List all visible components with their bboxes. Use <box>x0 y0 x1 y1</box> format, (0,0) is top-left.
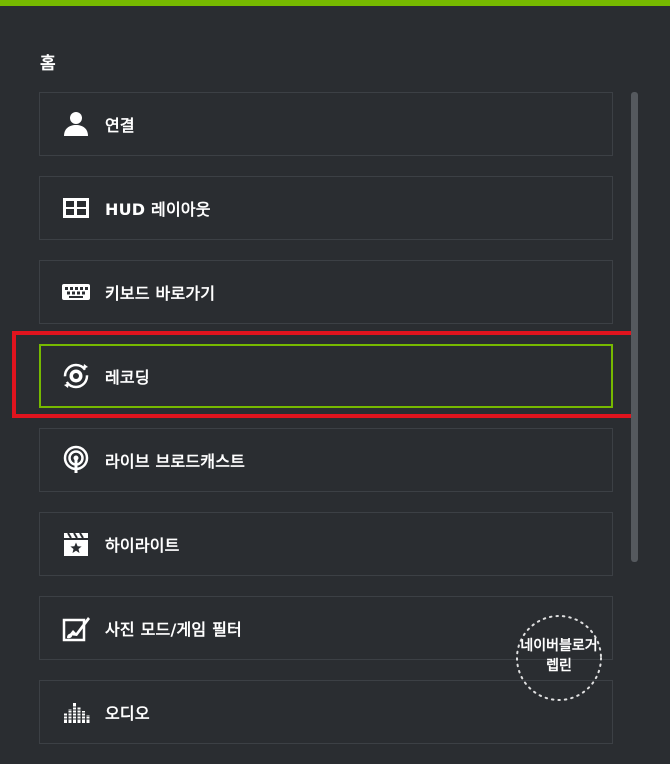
broadcast-icon <box>61 445 91 475</box>
clapperboard-star-icon <box>61 529 91 559</box>
user-icon <box>61 109 91 139</box>
menu-item-connection[interactable]: 연결 <box>39 92 613 156</box>
menu-item-label: 하이라이트 <box>105 536 180 555</box>
menu-item-label: 레코딩 <box>105 368 150 387</box>
menu-item-hud-layout[interactable]: HUD 레이아웃 <box>39 176 613 240</box>
scrollbar-track[interactable] <box>631 92 638 742</box>
menu-item-label: 키보드 바로가기 <box>105 284 216 303</box>
blog-watermark: 네이버블로거 렙린 <box>513 612 605 704</box>
accent-top-bar <box>0 0 670 6</box>
menu-item-label: HUD 레이아웃 <box>105 200 211 219</box>
menu-item-label: 사진 모드/게임 필터 <box>105 620 242 639</box>
menu-item-label: 연결 <box>105 116 135 135</box>
record-icon <box>61 361 91 391</box>
watermark-line1: 네이버블로거 <box>520 638 598 654</box>
keyboard-icon <box>61 277 91 307</box>
layout-grid-icon <box>61 193 91 223</box>
scrollbar-thumb[interactable] <box>631 92 638 562</box>
menu-item-label: 라이브 브로드캐스트 <box>105 452 246 471</box>
photo-filter-icon <box>61 613 91 643</box>
menu-item-recording[interactable]: 레코딩 <box>39 344 613 408</box>
page-title: 홈 <box>40 54 56 74</box>
watermark-line2: 렙린 <box>546 658 572 674</box>
equalizer-icon <box>61 697 91 727</box>
menu-item-keyboard-shortcuts[interactable]: 키보드 바로가기 <box>39 260 613 324</box>
menu-item-highlights[interactable]: 하이라이트 <box>39 512 613 576</box>
menu-item-live-broadcast[interactable]: 라이브 브로드캐스트 <box>39 428 613 492</box>
menu-item-label: 오디오 <box>105 704 150 723</box>
